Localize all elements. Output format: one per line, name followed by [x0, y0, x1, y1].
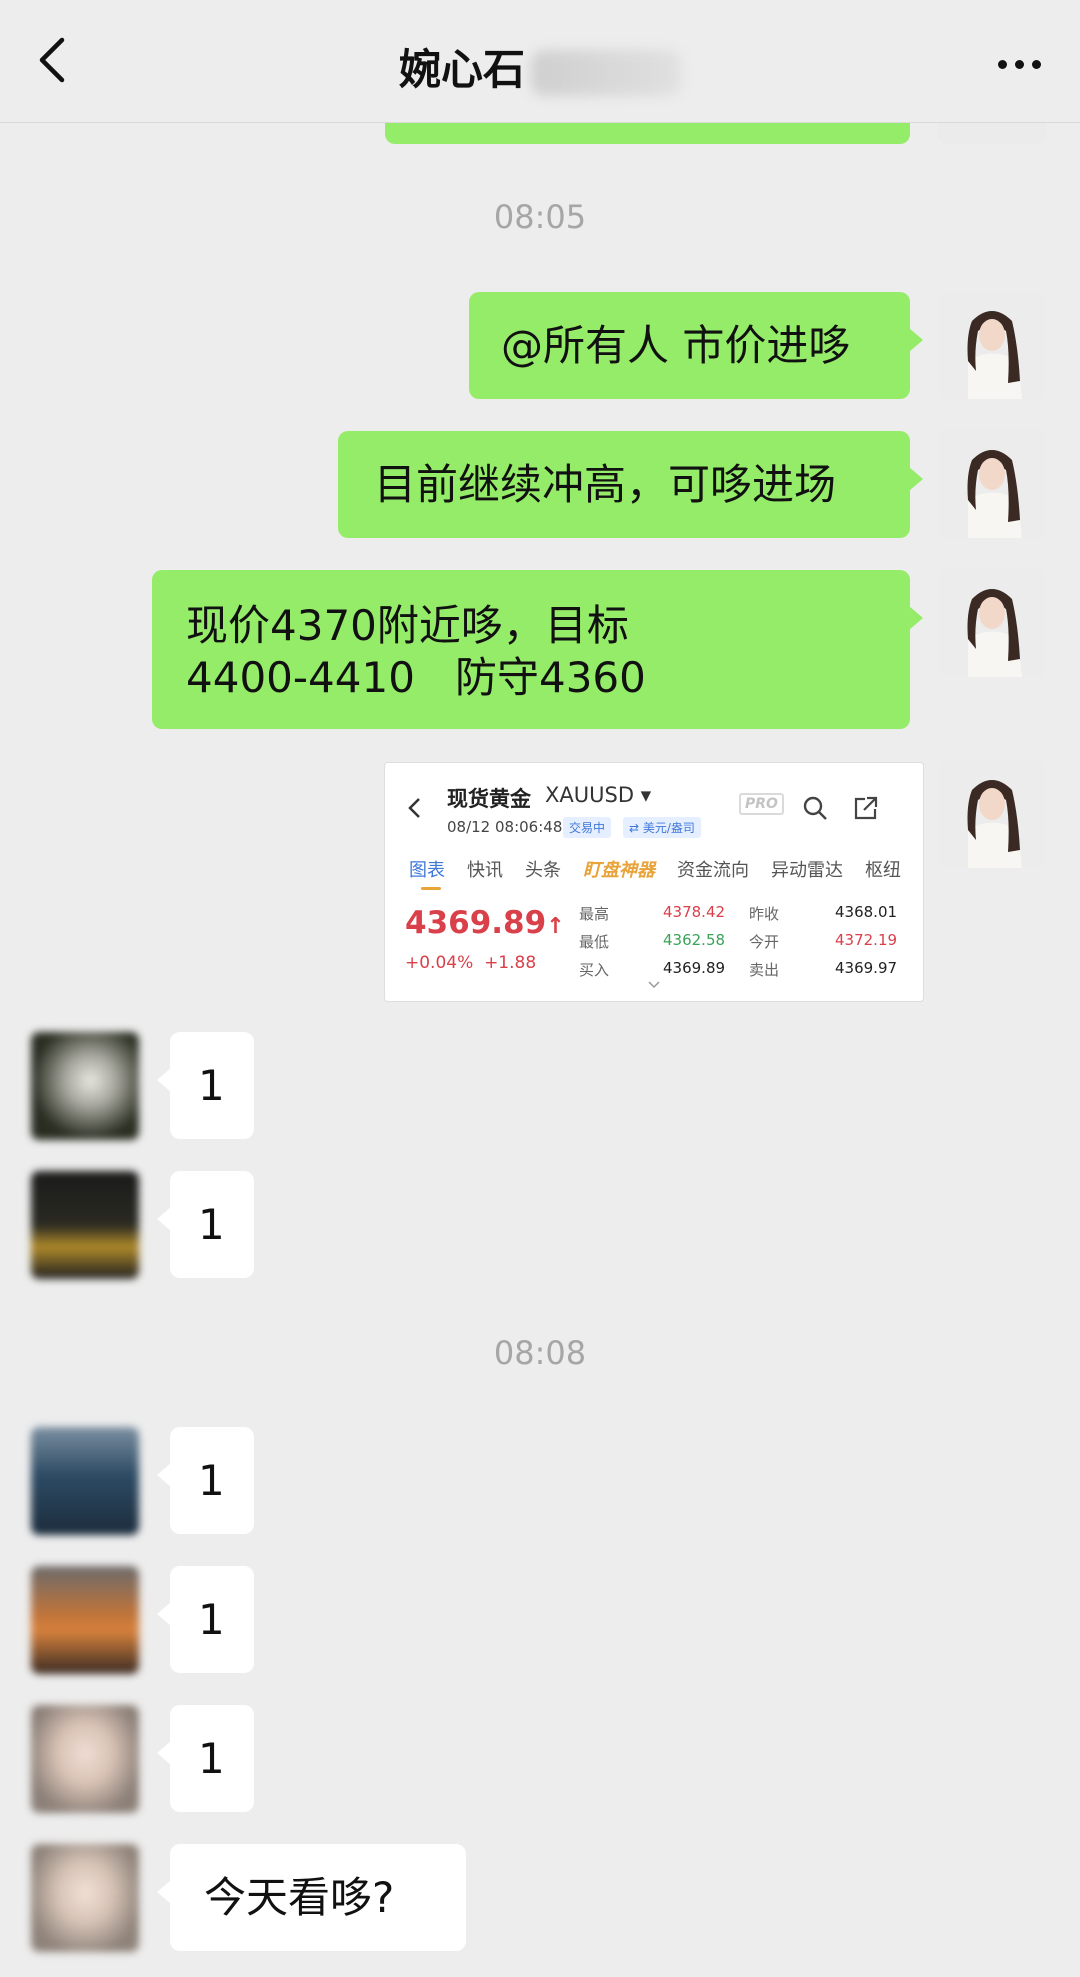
tab-flash: 快讯: [467, 860, 503, 881]
more-options-icon[interactable]: [998, 54, 1050, 69]
card-back-icon: [408, 798, 420, 818]
avatar-member[interactable]: [31, 1844, 139, 1952]
quote-datetime: 08/12 08:06:48: [447, 818, 563, 836]
card-tab-bar: 图表 快讯 头条 盯盘神器 资金流向 异动雷达 枢纽: [409, 856, 923, 888]
trading-status-badge: 交易中: [563, 817, 612, 838]
tab-capital-flow: 资金流向: [677, 860, 749, 881]
message-text: 现价4370附近哆，目标: [186, 601, 629, 650]
chat-title-text: 婉心石: [398, 45, 525, 94]
message-text: 1: [198, 1061, 225, 1110]
avatar-member[interactable]: [31, 1427, 139, 1535]
chat-header: 婉心石: [0, 0, 1080, 123]
message-text: 1: [198, 1734, 225, 1783]
woman-avatar-icon: [938, 430, 1046, 538]
tab-radar: 异动雷达: [771, 860, 843, 881]
avatar-member[interactable]: [31, 1566, 139, 1674]
share-icon: [854, 796, 878, 820]
avatar-sender[interactable]: [938, 291, 1046, 399]
avatar-member[interactable]: [31, 1705, 139, 1813]
unit-badge: ⇄ 美元/盎司: [623, 817, 701, 838]
message-bubble-in[interactable]: 今天看哆?: [157, 1844, 466, 1951]
message-bubble-out[interactable]: 目前继续冲高，可哆进场: [338, 431, 923, 538]
message-text: 1: [198, 1456, 225, 1505]
price-up-arrow-icon: ↑: [546, 914, 565, 939]
chevron-down-icon: [648, 981, 660, 989]
market-screenshot-image[interactable]: 现货黄金 XAUUSD ▾ 08/12 08:06:48 交易中 ⇄ 美元/盎司…: [384, 762, 924, 1002]
message-text: 目前继续冲高，可哆进场: [374, 460, 837, 509]
message-text: 1: [198, 1200, 225, 1249]
chat-title: 婉心石: [0, 36, 1080, 97]
avatar-member[interactable]: [31, 1032, 139, 1140]
message-bubble-in[interactable]: 1: [157, 1427, 254, 1534]
avatar-sender[interactable]: [938, 569, 1046, 677]
active-tab-indicator: [421, 887, 441, 890]
message-bubble-in[interactable]: 1: [157, 1032, 254, 1139]
redacted-title-blur: [531, 49, 681, 96]
asset-code: XAUUSD ▾: [545, 783, 652, 807]
message-bubble-out[interactable]: @所有人 市价进哆: [469, 292, 923, 399]
woman-avatar-icon: [938, 291, 1046, 399]
avatar-sender[interactable]: [938, 430, 1046, 538]
woman-avatar-icon: [938, 569, 1046, 677]
timestamp: 08:08: [493, 1334, 587, 1372]
woman-avatar-icon: [938, 760, 1046, 868]
message-text: 1: [198, 1595, 225, 1644]
message-text: 今天看哆?: [204, 1873, 395, 1922]
message-text: 4400-4410 防守4360: [186, 653, 646, 702]
message-bubble-in[interactable]: 1: [157, 1705, 254, 1812]
tab-headlines: 头条: [525, 860, 561, 881]
current-price: 4369.89↑: [405, 905, 565, 941]
avatar-member[interactable]: [31, 1171, 139, 1279]
price-change: +0.04% +1.88: [405, 953, 537, 973]
message-bubble-in[interactable]: 1: [157, 1171, 254, 1278]
tab-watch-tool: 盯盘神器: [583, 860, 655, 881]
message-bubble-in[interactable]: 1: [157, 1566, 254, 1673]
search-icon: [803, 796, 827, 820]
tab-chart: 图表: [409, 860, 445, 881]
timestamp: 08:05: [493, 198, 587, 236]
avatar-sender[interactable]: [938, 760, 1046, 868]
asset-name: 现货黄金: [447, 787, 531, 811]
tab-pivot: 枢纽: [865, 860, 901, 881]
message-text: @所有人 市价进哆: [501, 321, 851, 370]
quote-stats: 最高 4378.42 昨收 4368.01 最低 4362.58 今开 4372…: [579, 903, 898, 979]
pro-badge: PRO: [739, 793, 784, 815]
message-bubble-out[interactable]: 现价4370附近哆，目标 4400-4410 防守4360: [152, 570, 923, 729]
